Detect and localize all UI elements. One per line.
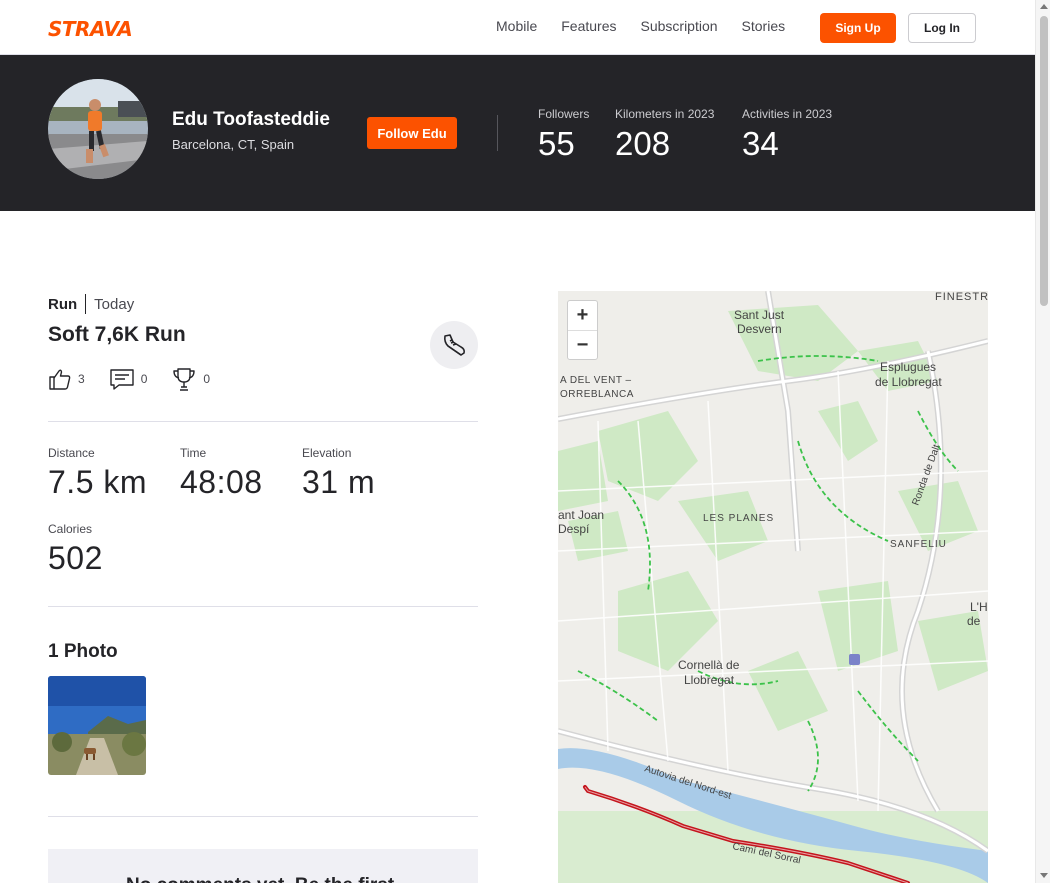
stat-value: 34 (742, 125, 779, 162)
kudos-button[interactable]: 3 (48, 367, 85, 391)
map-zoom-controls: + − (567, 300, 598, 360)
metric-calories: Calories 502 (48, 522, 103, 577)
map-label: Esplugues (880, 360, 936, 374)
photos-heading: 1 Photo (48, 641, 118, 662)
metric-time: Time 48:08 (180, 446, 263, 501)
metric-distance: Distance 7.5 km (48, 446, 147, 501)
shoe-icon (444, 334, 465, 356)
page-scrollbar[interactable] (1035, 0, 1050, 883)
divider (48, 816, 478, 817)
metric-value: 502 (48, 540, 103, 576)
athlete-avatar[interactable] (48, 79, 148, 179)
athlete-location: Barcelona, CT, Spain (172, 137, 295, 152)
social-actions: 3 0 0 (48, 366, 234, 392)
nav-link-mobile[interactable]: Mobile (496, 18, 537, 34)
stat-activities: Activities in 2023 34 (742, 107, 832, 163)
map-label: A DEL VENT – (560, 375, 632, 386)
metric-elevation: Elevation 31 m (302, 446, 375, 501)
divider (85, 294, 87, 314)
thumbs-up-icon (49, 369, 71, 390)
sign-up-button[interactable]: Sign Up (820, 13, 896, 43)
kudos-count: 3 (78, 372, 85, 386)
gear-shoe-button[interactable] (430, 321, 478, 369)
top-navigation: STRAVA Mobile Features Subscription Stor… (0, 0, 1035, 55)
stat-label: Kilometers in 2023 (615, 107, 715, 121)
metric-value: 48:08 (180, 464, 263, 500)
metric-label: Elevation (302, 446, 352, 460)
scrollbar-thumb[interactable] (1040, 16, 1048, 306)
map-label: L'H (970, 600, 988, 614)
map-label: FINESTR (935, 291, 988, 303)
metric-value: 7.5 km (48, 464, 148, 500)
strava-logo[interactable]: STRAVA (48, 17, 133, 41)
stat-value: 208 (615, 125, 671, 162)
log-in-button[interactable]: Log In (908, 13, 976, 43)
map-label: SANFELIU (890, 539, 947, 550)
divider (48, 606, 478, 607)
comment-count: 0 (140, 372, 148, 386)
map-label: de Llobregat (875, 375, 942, 389)
metric-value: 31 m (302, 464, 376, 500)
map-label: LES PLANES (703, 513, 774, 524)
scroll-down-arrow-icon[interactable] (1040, 873, 1048, 878)
stat-label: Activities in 2023 (742, 107, 833, 121)
map-label: de (967, 614, 981, 628)
comments-button[interactable]: 0 (109, 367, 148, 391)
zoom-out-button[interactable]: − (568, 330, 597, 359)
stat-followers: Followers 55 (538, 107, 589, 163)
stat-label: Followers (538, 107, 590, 121)
activity-title: Soft 7,6K Run (48, 323, 186, 346)
comment-icon (109, 369, 134, 390)
athlete-header: Edu Toofasteddie Barcelona, CT, Spain Fo… (0, 55, 1035, 211)
activity-photo[interactable] (48, 676, 146, 775)
trophy-icon (173, 368, 196, 391)
comments-empty-state: No comments yet. Be the first (48, 849, 478, 883)
route-map[interactable]: FINESTR Sant Just Desvern Esplugues de L… (558, 291, 988, 883)
comments-empty-text: No comments yet. Be the first (126, 875, 394, 883)
stat-value: 55 (538, 125, 575, 162)
map-label: Cornellà de (678, 658, 740, 672)
stat-kilometers: Kilometers in 2023 208 (615, 107, 714, 163)
divider (497, 115, 498, 151)
achievements-button[interactable]: 0 (171, 366, 210, 392)
nav-link-subscription[interactable]: Subscription (641, 18, 718, 34)
divider (48, 421, 478, 422)
metric-label: Time (180, 446, 207, 460)
zoom-in-button[interactable]: + (568, 301, 597, 330)
map-label: ORREBLANCA (560, 389, 634, 400)
activity-type-row: Run Today (48, 294, 134, 314)
map-label: Sant Just (734, 308, 785, 322)
map-label: ant Joan (558, 508, 604, 522)
nav-link-stories[interactable]: Stories (742, 18, 786, 34)
nav-link-features[interactable]: Features (561, 18, 616, 34)
nav-links: Mobile Features Subscription Stories (496, 18, 785, 34)
athlete-name[interactable]: Edu Toofasteddie (172, 109, 330, 131)
map-label: Llobregat (684, 673, 735, 687)
follow-button[interactable]: Follow Edu (367, 117, 457, 149)
activity-type: Run (48, 295, 78, 313)
map-label: Despí (558, 522, 590, 536)
achievement-count: 0 (203, 372, 211, 386)
metric-label: Distance (48, 446, 95, 460)
metric-label: Calories (48, 522, 93, 536)
map-label: Desvern (737, 322, 782, 336)
scroll-up-arrow-icon[interactable] (1040, 4, 1048, 9)
activity-date: Today (94, 295, 135, 313)
